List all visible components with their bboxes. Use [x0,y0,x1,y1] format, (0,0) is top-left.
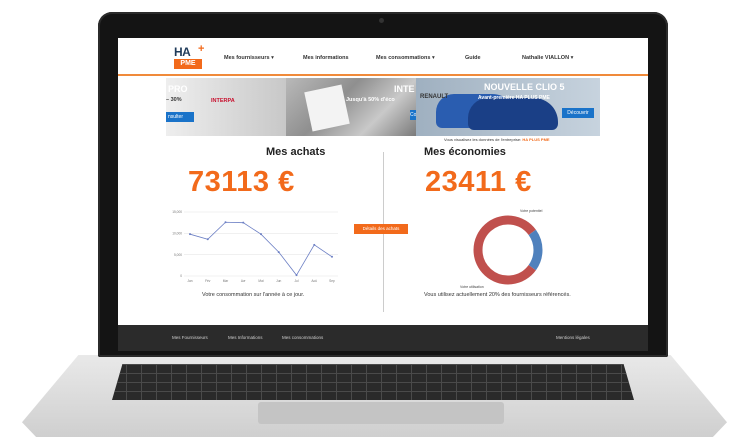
chevron-down-icon: ▾ [271,55,274,61]
donut-label-usage: Votre utilisation [460,285,484,289]
context-label: Vous visualisez les données de l'entrepr… [444,137,522,142]
footer-link-mentions-legales[interactable]: Mentions légales [556,335,590,340]
top-navbar: HA PME + Mes fournisseurs ▾ Mes informat… [118,38,648,76]
renault-logo: RENAULT [420,94,449,100]
nav-label: Mes consommations [376,55,431,61]
laptop-touchpad [258,402,504,424]
donut-label-potential: Votre potentiel [520,209,543,213]
achats-line-chart: 15,000 10,000 5,000 0 Jan Fév Mar Avr Mai Jun Jul… [172,210,338,283]
x-tick-label: Aoû [311,279,317,283]
slide-consult-button[interactable]: nsulter [166,112,194,122]
logo-bottom-text: PME [174,59,202,69]
data-point [260,233,262,236]
achats-title: Mes achats [266,146,326,158]
data-point [331,255,333,258]
x-tick-label: Jul [294,279,298,283]
nav-mes-fournisseurs[interactable]: Mes fournisseurs ▾ [224,55,274,61]
chevron-down-icon: ▾ [431,55,435,61]
x-tick-label: Jun [276,279,281,283]
slide-title: INTE [394,84,415,94]
footer-link-fournisseurs[interactable]: Mes Fournisseurs [172,335,208,340]
site-footer: Mes Fournisseurs Mes Informations Mes co… [118,325,648,351]
data-point [224,221,227,224]
office-photo [304,84,350,132]
laptop-keyboard [112,364,634,400]
slide-text: Jusqu'à 50% d'éco [346,97,395,103]
nav-mes-consommations[interactable]: Mes consommations ▾ [376,55,435,61]
webcam-icon [379,18,384,23]
economies-title: Mes économies [424,146,506,158]
discover-button[interactable]: Découvrir [562,108,594,118]
slide-discount: – 30% [166,97,182,103]
data-point [206,238,209,241]
slide-text: Avant-première HA PLUS PME [478,95,550,101]
x-tick-label: Sep [329,279,335,283]
details-achats-button[interactable]: Détails des achats [354,224,408,234]
y-tick-label: 10,000 [172,232,182,236]
achats-amount: 73113 € [188,166,295,198]
laptop-lid: HA PME + Mes fournisseurs ▾ Mes informat… [98,12,668,357]
nav-label: Mes fournisseurs [224,55,270,61]
ha-pme-logo[interactable]: HA PME + [174,43,205,70]
nav-label: Mes informations [303,55,349,61]
economies-donut-chart [473,215,543,285]
x-tick-label: Avr [241,279,247,283]
y-tick-label: 5,000 [174,253,182,257]
promo-slide-pro: PRO – 30% INTERPA nsulter [166,78,286,136]
context-company[interactable]: HA PLUS PME [522,137,549,142]
data-point [189,233,191,236]
data-point [242,221,245,224]
slide-title: NOUVELLE CLIO 5 [484,82,565,92]
car-image [468,98,558,130]
promo-slide-clio: RENAULT NOUVELLE CLIO 5 Avant-première H… [416,78,600,136]
nav-user-menu[interactable]: Nathalie VIALLON ▾ [522,55,573,61]
x-tick-label: Mar [223,279,229,283]
donut-slice [528,229,543,271]
slide-brand-logo: INTERPA [211,98,235,104]
footer-link-informations[interactable]: Mes Informations [228,335,263,340]
series-line [189,221,333,276]
promo-carousel[interactable]: PRO – 30% INTERPA nsulter INTE Jusqu'à 5… [166,78,600,136]
footer-link-consommations[interactable]: Mes consommations [282,335,323,340]
donut-slice [473,215,536,285]
nav-label: Guide [465,55,481,61]
nav-label: Nathalie VIALLON [522,55,570,61]
app-screen: HA PME + Mes fournisseurs ▾ Mes informat… [118,38,648,351]
nav-guide[interactable]: Guide [465,55,481,61]
data-point [295,274,298,277]
achats-caption: Votre consommation sur l'année à ce jour… [202,292,305,298]
x-tick-label: Fév [205,279,211,283]
chevron-down-icon: ▾ [570,55,574,61]
y-tick-label: 15,000 [172,210,182,214]
promo-slide-office: INTE Jusqu'à 50% d'éco Co [286,78,418,136]
economies-amount: 23411 € [425,166,532,198]
slide-title: PRO [168,84,188,94]
data-point [277,251,280,254]
logo-plus: + [198,43,205,55]
company-context: Vous visualisez les données de l'entrepr… [444,137,550,142]
x-tick-label: Mai [258,279,263,283]
data-point [313,243,316,246]
x-tick-label: Jan [187,279,192,283]
nav-mes-informations[interactable]: Mes informations [303,55,349,61]
economies-caption: Vous utilisez actuellement 20% des fourn… [424,292,571,298]
y-tick-label: 0 [180,274,182,278]
